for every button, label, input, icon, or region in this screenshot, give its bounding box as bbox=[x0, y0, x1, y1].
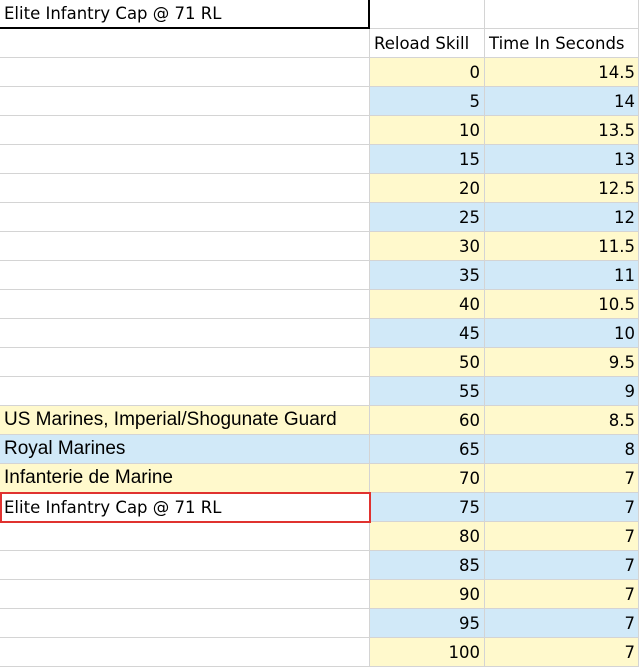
reload-skill-cell[interactable]: 90 bbox=[370, 580, 485, 609]
reload-skill-cell[interactable]: 20 bbox=[370, 174, 485, 203]
time-in-seconds-cell[interactable]: 7 bbox=[485, 493, 639, 522]
label-cell[interactable] bbox=[0, 87, 370, 116]
reload-skill-cell[interactable]: 75 bbox=[370, 493, 485, 522]
time-in-seconds-cell[interactable]: 14.5 bbox=[485, 58, 639, 87]
label-cell[interactable] bbox=[0, 290, 370, 319]
table-row: 30 11.5 bbox=[0, 232, 639, 261]
label-cell[interactable]: Infanterie de Marine bbox=[0, 464, 370, 493]
time-in-seconds-cell[interactable]: 9.5 bbox=[485, 348, 639, 377]
table-row: 95 7 bbox=[0, 609, 639, 638]
reload-skill-cell[interactable]: 0 bbox=[370, 58, 485, 87]
time-in-seconds-cell[interactable]: 7 bbox=[485, 464, 639, 493]
table-row: 10 13.5 bbox=[0, 116, 639, 145]
label-cell[interactable] bbox=[0, 232, 370, 261]
time-in-seconds-cell[interactable]: 14 bbox=[485, 87, 639, 116]
header-row: Reload Skill Time In Seconds bbox=[0, 29, 639, 58]
time-in-seconds-cell[interactable]: 7 bbox=[485, 551, 639, 580]
label-cell[interactable] bbox=[0, 261, 370, 290]
label-cell[interactable] bbox=[0, 116, 370, 145]
table-row: 100 7 bbox=[0, 638, 639, 667]
table-row: 40 10.5 bbox=[0, 290, 639, 319]
label-cell[interactable] bbox=[0, 58, 370, 87]
table-row: 20 12.5 bbox=[0, 174, 639, 203]
time-in-seconds-cell[interactable]: 13.5 bbox=[485, 116, 639, 145]
table-row: 5 14 bbox=[0, 87, 639, 116]
time-in-seconds-cell[interactable]: 7 bbox=[485, 609, 639, 638]
label-cell[interactable] bbox=[0, 174, 370, 203]
time-in-seconds-cell[interactable]: 11 bbox=[485, 261, 639, 290]
label-cell[interactable]: Royal Marines bbox=[0, 435, 370, 464]
label-cell[interactable] bbox=[0, 377, 370, 406]
time-in-seconds-cell[interactable]: 9 bbox=[485, 377, 639, 406]
table-row: 45 10 bbox=[0, 319, 639, 348]
reload-skill-cell[interactable]: 10 bbox=[370, 116, 485, 145]
reload-skill-cell[interactable]: 55 bbox=[370, 377, 485, 406]
reload-skill-cell[interactable]: 60 bbox=[370, 406, 485, 435]
header-time-in-seconds[interactable]: Time In Seconds bbox=[485, 29, 639, 58]
reload-skill-cell[interactable]: 35 bbox=[370, 261, 485, 290]
time-in-seconds-cell[interactable]: 10 bbox=[485, 319, 639, 348]
table-row: US Marines, Imperial/Shogunate Guard 60 8.… bbox=[0, 406, 639, 435]
label-cell[interactable] bbox=[0, 522, 370, 551]
reload-skill-cell[interactable]: 25 bbox=[370, 203, 485, 232]
title-cell[interactable]: Elite Infantry Cap @ 71 RL bbox=[0, 0, 370, 29]
time-in-seconds-cell[interactable]: 13 bbox=[485, 145, 639, 174]
reload-skill-cell[interactable]: 30 bbox=[370, 232, 485, 261]
table-row: 55 9 bbox=[0, 377, 639, 406]
reload-skill-cell[interactable]: 40 bbox=[370, 290, 485, 319]
time-in-seconds-cell[interactable]: 8.5 bbox=[485, 406, 639, 435]
empty-cell[interactable] bbox=[0, 29, 370, 58]
title-row: Elite Infantry Cap @ 71 RL bbox=[0, 0, 639, 29]
reload-skill-cell[interactable]: 80 bbox=[370, 522, 485, 551]
table-row: 25 12 bbox=[0, 203, 639, 232]
label-cell[interactable] bbox=[0, 145, 370, 174]
reload-skill-cell[interactable]: 85 bbox=[370, 551, 485, 580]
time-in-seconds-cell[interactable]: 11.5 bbox=[485, 232, 639, 261]
table-row: 50 9.5 bbox=[0, 348, 639, 377]
empty-cell[interactable] bbox=[370, 0, 485, 29]
time-in-seconds-cell[interactable]: 12.5 bbox=[485, 174, 639, 203]
label-cell[interactable] bbox=[0, 319, 370, 348]
table-row: 90 7 bbox=[0, 580, 639, 609]
time-in-seconds-cell[interactable]: 8 bbox=[485, 435, 639, 464]
table-row: Elite Infantry Cap @ 71 RL 75 7 bbox=[0, 493, 639, 522]
reload-skill-cell[interactable]: 15 bbox=[370, 145, 485, 174]
label-cell[interactable] bbox=[0, 551, 370, 580]
time-in-seconds-cell[interactable]: 7 bbox=[485, 580, 639, 609]
table-row: 15 13 bbox=[0, 145, 639, 174]
reload-skill-cell[interactable]: 45 bbox=[370, 319, 485, 348]
label-cell[interactable]: US Marines, Imperial/Shogunate Guard bbox=[0, 406, 370, 435]
time-in-seconds-cell[interactable]: 7 bbox=[485, 638, 639, 667]
spreadsheet-grid: Elite Infantry Cap @ 71 RL Reload Skill … bbox=[0, 0, 639, 670]
label-cell[interactable] bbox=[0, 609, 370, 638]
header-reload-skill[interactable]: Reload Skill bbox=[370, 29, 485, 58]
reload-skill-cell[interactable]: 5 bbox=[370, 87, 485, 116]
reload-skill-cell[interactable]: 95 bbox=[370, 609, 485, 638]
reload-skill-cell[interactable]: 70 bbox=[370, 464, 485, 493]
table-row: Infanterie de Marine 70 7 bbox=[0, 464, 639, 493]
label-cell[interactable] bbox=[0, 580, 370, 609]
label-cell[interactable] bbox=[0, 203, 370, 232]
highlighted-label-cell[interactable]: Elite Infantry Cap @ 71 RL bbox=[0, 493, 370, 522]
table-row: Royal Marines 65 8 bbox=[0, 435, 639, 464]
table-row: 0 14.5 bbox=[0, 58, 639, 87]
label-cell[interactable] bbox=[0, 638, 370, 667]
label-cell[interactable] bbox=[0, 348, 370, 377]
reload-skill-cell[interactable]: 50 bbox=[370, 348, 485, 377]
table-row: 85 7 bbox=[0, 551, 639, 580]
empty-cell[interactable] bbox=[485, 0, 639, 29]
table-row: 80 7 bbox=[0, 522, 639, 551]
time-in-seconds-cell[interactable]: 10.5 bbox=[485, 290, 639, 319]
time-in-seconds-cell[interactable]: 7 bbox=[485, 522, 639, 551]
time-in-seconds-cell[interactable]: 12 bbox=[485, 203, 639, 232]
reload-skill-cell[interactable]: 100 bbox=[370, 638, 485, 667]
table-row: 35 11 bbox=[0, 261, 639, 290]
reload-skill-cell[interactable]: 65 bbox=[370, 435, 485, 464]
